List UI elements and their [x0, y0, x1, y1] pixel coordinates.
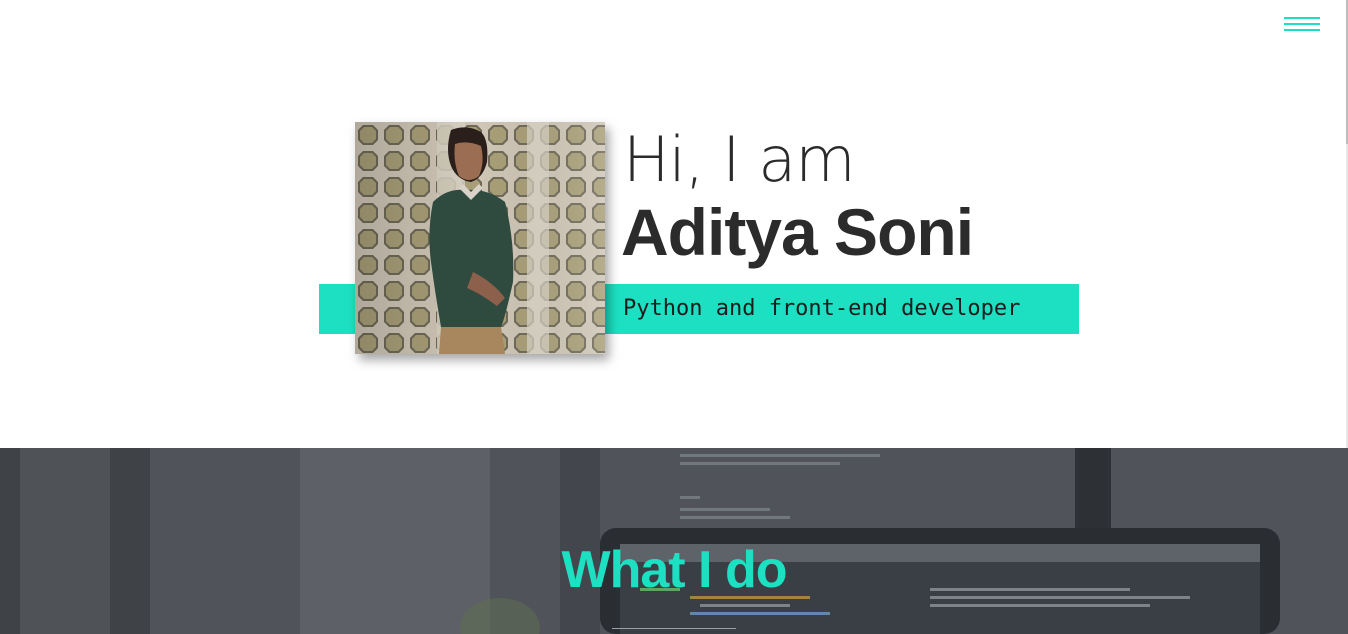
menu-bar [1284, 23, 1320, 25]
page: Hi, I am Aditya Soni Python and front-en… [0, 0, 1348, 634]
menu-bar [1284, 17, 1320, 19]
role-text: Python and front-end developer [623, 296, 1021, 321]
hamburger-menu-icon[interactable] [1284, 16, 1320, 34]
section-divider [612, 628, 736, 629]
profile-photo [355, 122, 605, 354]
greeting-text: Hi, I am [623, 123, 856, 196]
what-i-do-heading: What I do [561, 541, 788, 599]
menu-bar [1284, 29, 1320, 31]
name-heading: Aditya Soni [621, 195, 974, 269]
hero-section: Hi, I am Aditya Soni Python and front-en… [0, 0, 1348, 448]
